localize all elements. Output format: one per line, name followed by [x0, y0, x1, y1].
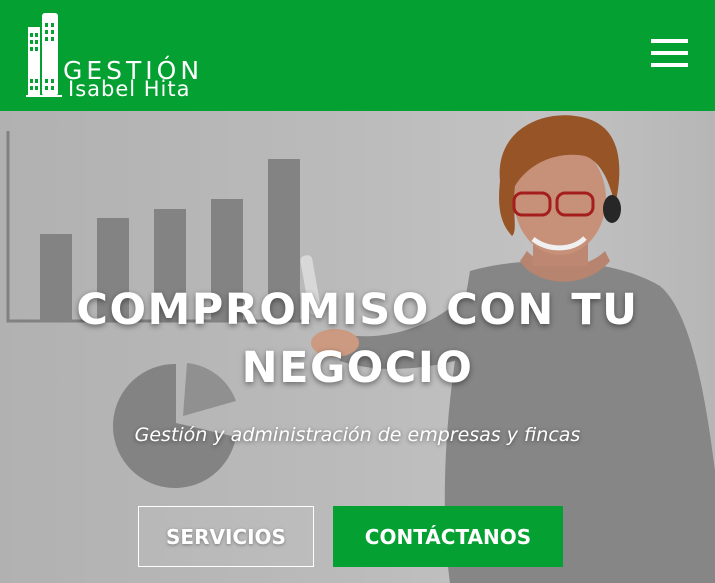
hero-title: COMPROMISO CON TU NEGOCIO — [76, 285, 639, 393]
buildings-logo-icon — [26, 13, 62, 97]
services-button[interactable]: SERVICIOS — [138, 506, 314, 567]
hamburger-menu-icon[interactable] — [651, 36, 692, 70]
hero-subtitle: Gestión y administración de empresas y f… — [134, 424, 581, 446]
hero-banner: COMPROMISO CON TU NEGOCIO Gestión y admi… — [0, 111, 715, 583]
site-header: GESTIÓN Isabel Hita — [0, 0, 715, 111]
logo-subtitle: Isabel Hita — [68, 77, 191, 101]
contact-button[interactable]: CONTÁCTANOS — [333, 506, 563, 567]
site-logo[interactable]: GESTIÓN Isabel Hita — [26, 13, 211, 101]
